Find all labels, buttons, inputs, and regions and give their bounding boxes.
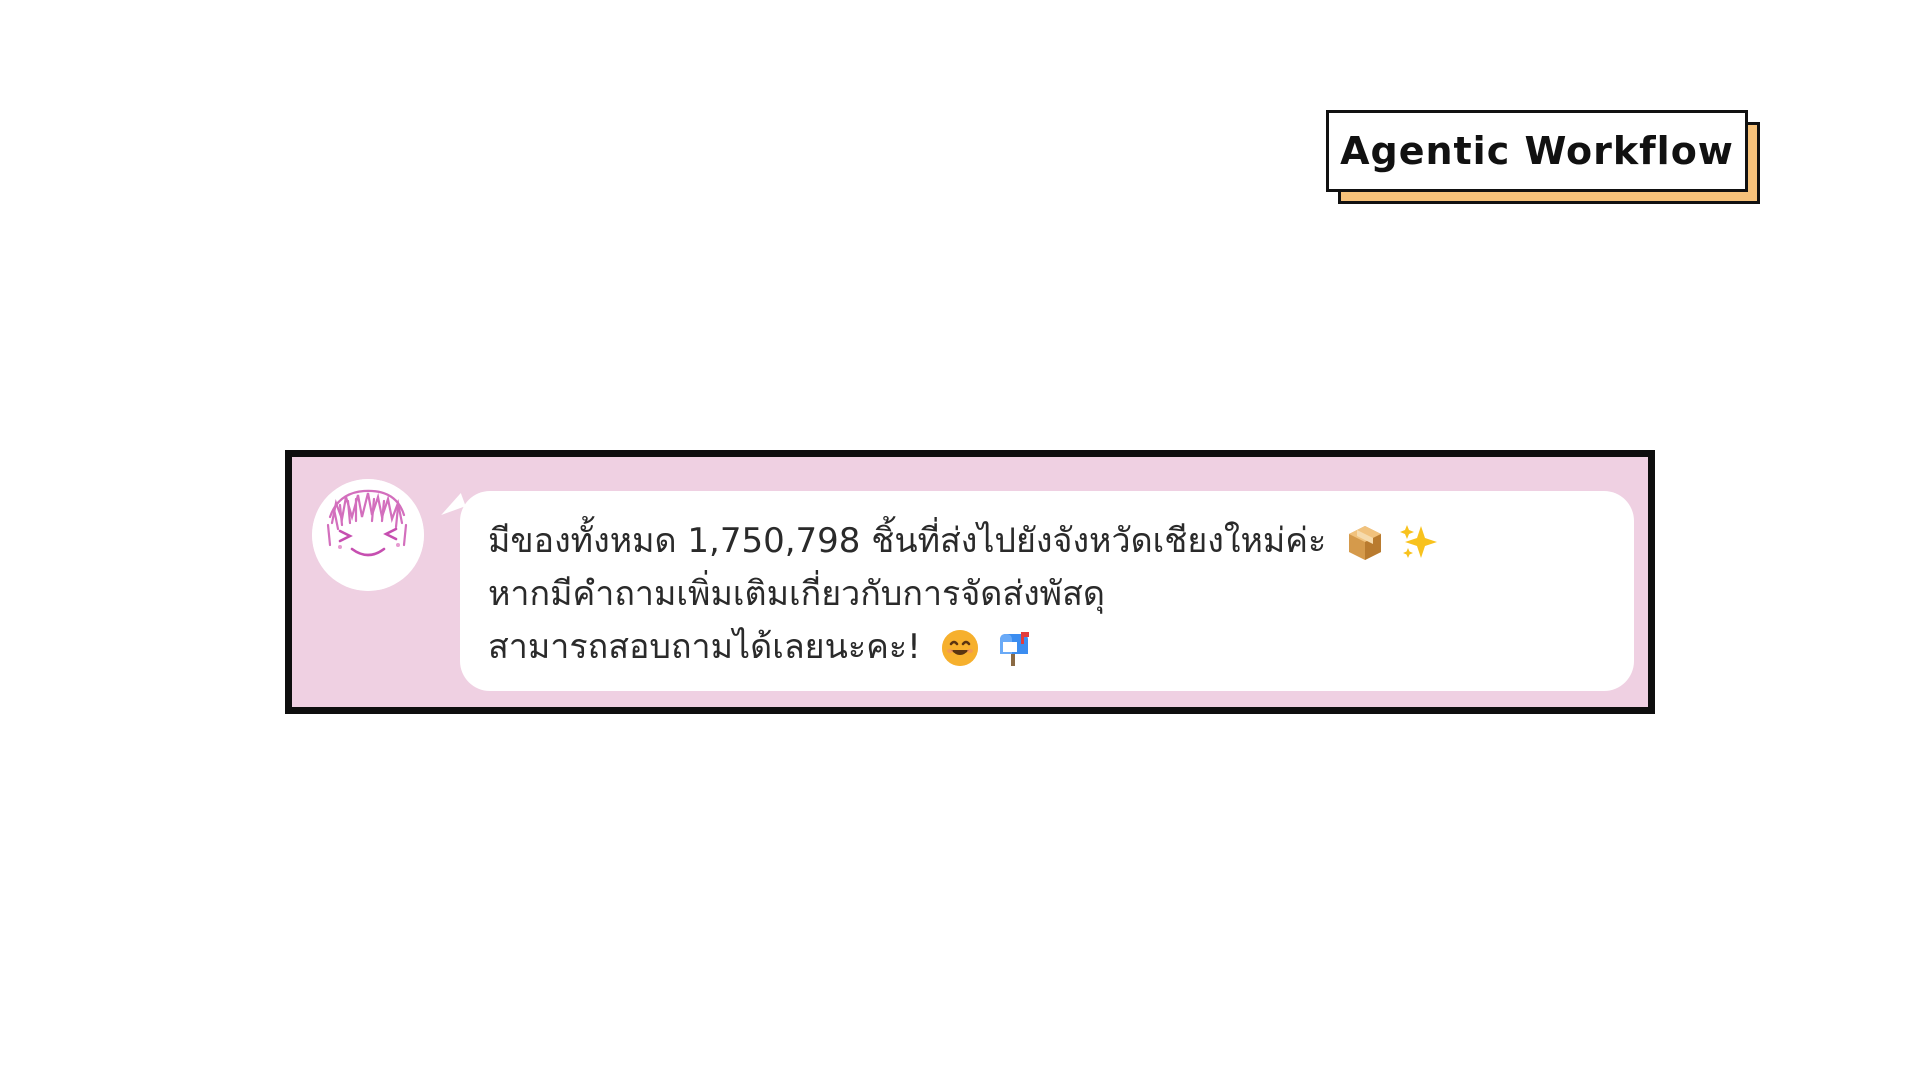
message-line-3-text: สามารถสอบถามได้เลยนะคะ! xyxy=(488,627,921,667)
message-line-2-text: หากมีคำถามเพิ่มเติมเกี่ยวกับการจัดส่งพัส… xyxy=(488,574,1105,614)
message-line-1-text: มีของทั้งหมด 1,750,798 ชิ้นที่ส่งไปยังจั… xyxy=(488,521,1327,561)
sparkles-icon xyxy=(1398,521,1440,563)
message-line-2: หากมีคำถามเพิ่มเติมเกี่ยวกับการจัดส่งพัส… xyxy=(488,568,1606,621)
message-line-1: มีของทั้งหมด 1,750,798 ชิ้นที่ส่งไปยังจั… xyxy=(488,515,1606,568)
bot-avatar[interactable] xyxy=(312,479,424,591)
mailbox-icon xyxy=(993,627,1035,669)
chat-message-bubble: มีของทั้งหมด 1,750,798 ชิ้นที่ส่งไปยังจั… xyxy=(460,491,1634,691)
badge-label: Agentic Workflow xyxy=(1326,110,1748,192)
agentic-workflow-badge: Agentic Workflow xyxy=(1326,110,1760,204)
chat-panel: มีของทั้งหมด 1,750,798 ชิ้นที่ส่งไปยังจั… xyxy=(285,450,1655,714)
package-icon xyxy=(1344,521,1386,563)
anime-girl-avatar-icon xyxy=(312,479,424,591)
smiling-face-icon xyxy=(939,627,981,669)
message-line-3: สามารถสอบถามได้เลยนะคะ! xyxy=(488,621,1606,674)
